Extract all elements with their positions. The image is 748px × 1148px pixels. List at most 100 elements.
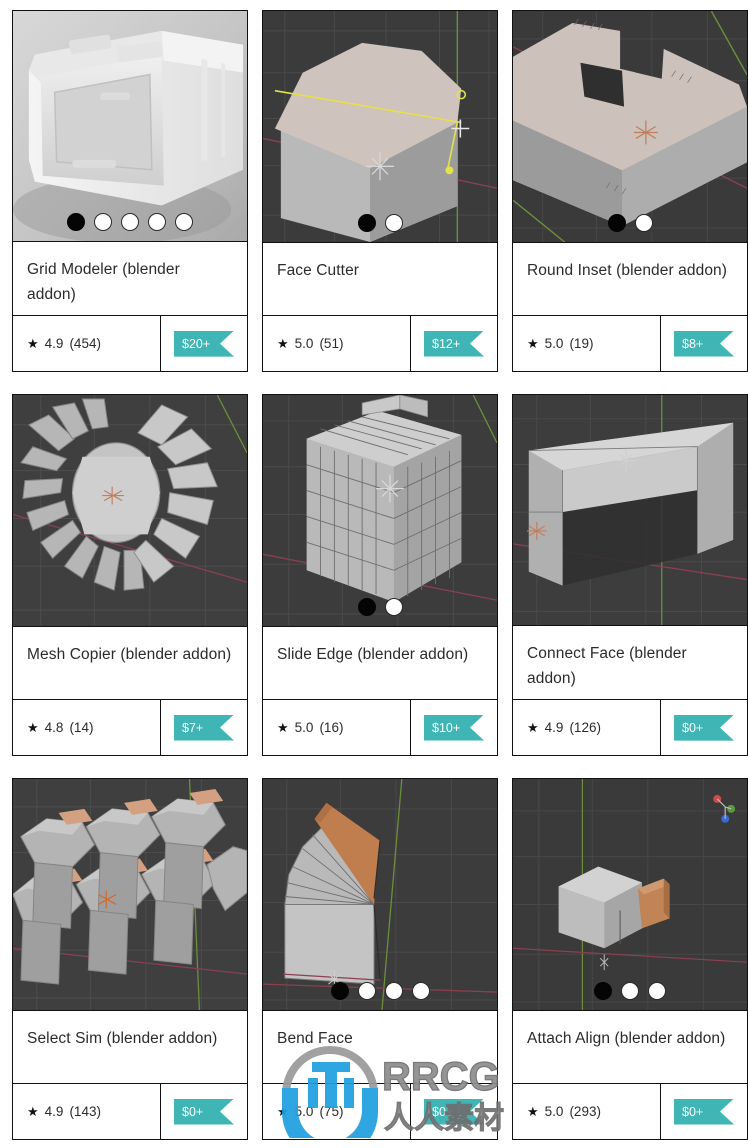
carousel-dot[interactable] [330,982,349,1000]
product-thumbnail[interactable] [263,395,497,627]
product-card[interactable]: Bend Face ★ 5.0 (75) $0+ [262,778,498,1140]
product-thumbnail[interactable] [13,11,247,243]
review-count: (19) [569,336,594,351]
carousel-dot[interactable] [621,982,639,1000]
clay-render-hex-panels-icon [13,779,247,1010]
product-title-area: Face Cutter [263,243,497,315]
carousel-dot[interactable] [357,214,376,232]
carousel-dots[interactable] [513,214,747,232]
rating-value: 5.0 [294,1104,314,1119]
product-title[interactable]: Grid Modeler (blender addon) [27,258,233,307]
carousel-dot[interactable] [594,982,612,1000]
product-thumbnail[interactable] [263,779,497,1011]
product-title[interactable]: Round Inset (blender addon) [527,259,727,283]
price-cell: $8+ [661,316,747,371]
product-card[interactable]: Face Cutter ★ 5.0 (51) $12+ [262,10,498,372]
product-title-area: Mesh Copier (blender addon) [13,627,247,699]
product-thumbnail[interactable] [13,779,247,1011]
product-card[interactable]: Round Inset (blender addon) ★ 5.0 (19) $… [512,10,748,372]
carousel-dot[interactable] [384,214,403,232]
product-meta: ★ 4.8 (14) $7+ [13,699,247,755]
carousel-dot[interactable] [384,598,403,616]
price-badge[interactable]: $0+ [424,1098,484,1125]
product-card[interactable]: Mesh Copier (blender addon) ★ 4.8 (14) $… [12,394,248,756]
rating-group: ★ 5.0 (75) [263,1084,411,1139]
blender-viewport-grid-cube-icon [263,395,497,626]
carousel-dots[interactable] [263,982,497,1000]
carousel-dot[interactable] [411,982,430,1000]
price-badge[interactable]: $0+ [174,1098,234,1125]
blender-viewport-inset-slab-icon [513,11,747,242]
clay-render-radial-array-icon [13,395,247,626]
carousel-dot[interactable] [67,213,85,232]
rating-value: 5.0 [294,336,314,351]
carousel-dot[interactable] [94,213,112,232]
price-badge[interactable]: $12+ [424,330,484,357]
product-title[interactable]: Mesh Copier (blender addon) [27,643,231,667]
product-title-area: Round Inset (blender addon) [513,243,747,315]
product-title-area: Slide Edge (blender addon) [263,627,497,699]
product-title[interactable]: Face Cutter [277,259,359,283]
product-thumbnail[interactable] [513,11,747,243]
carousel-dot[interactable] [648,982,666,1000]
product-meta: ★ 5.0 (51) $12+ [263,315,497,371]
rating-value: 4.9 [544,720,564,736]
review-count: (143) [69,1104,101,1119]
review-count: (51) [319,336,344,351]
product-card[interactable]: Attach Align (blender addon) ★ 5.0 (293)… [512,778,748,1140]
blender-viewport-frame-icon [513,395,747,626]
star-icon: ★ [27,336,39,352]
product-card[interactable]: Connect Face (blender addon) ★ 4.9 (126)… [512,394,748,756]
rating-value: 4.9 [44,1104,64,1119]
carousel-dot[interactable] [357,598,376,616]
price-badge[interactable]: $20+ [174,330,234,357]
carousel-dots[interactable] [263,214,497,232]
review-count: (14) [69,720,94,735]
product-card-grid: Grid Modeler (blender addon) ★ 4.9 (454)… [0,0,748,1148]
price-badge[interactable]: $10+ [424,714,484,741]
carousel-dot[interactable] [357,982,376,1000]
carousel-dots[interactable] [263,598,497,616]
carousel-dot[interactable] [121,213,139,232]
product-thumbnail[interactable] [513,395,747,627]
product-thumbnail[interactable] [513,779,747,1011]
rating-value: 4.9 [44,336,64,352]
price-badge[interactable]: $8+ [674,330,734,357]
carousel-dots[interactable] [513,982,747,1000]
price-badge[interactable]: $0+ [674,1098,734,1125]
product-meta: ★ 5.0 (19) $8+ [513,315,747,371]
carousel-dot[interactable] [634,214,653,232]
product-thumbnail[interactable] [263,11,497,243]
product-meta: ★ 4.9 (454) $20+ [13,315,247,371]
product-title[interactable]: Bend Face [277,1027,353,1051]
carousel-dot[interactable] [148,213,166,232]
rating-group: ★ 4.8 (14) [13,700,161,755]
rating-group: ★ 4.9 (143) [13,1084,161,1139]
price-cell: $0+ [411,1084,497,1139]
carousel-dots[interactable] [13,213,247,232]
rating-group: ★ 5.0 (293) [513,1084,661,1139]
blender-viewport-attach-icon [513,779,747,1010]
product-title[interactable]: Slide Edge (blender addon) [277,643,468,667]
rating-value: 5.0 [544,336,564,351]
review-count: (75) [319,1104,344,1119]
product-title[interactable]: Attach Align (blender addon) [527,1027,725,1051]
carousel-dot[interactable] [384,982,403,1000]
product-card[interactable]: Select Sim (blender addon) ★ 4.9 (143) $… [12,778,248,1140]
price-cell: $0+ [161,1084,247,1139]
product-meta: ★ 4.9 (143) $0+ [13,1083,247,1139]
product-title[interactable]: Connect Face (blender addon) [527,642,733,691]
rating-value: 4.8 [44,720,64,735]
product-thumbnail[interactable] [13,395,247,627]
carousel-dot[interactable] [607,214,626,232]
blender-viewport-bend-icon [263,779,497,1010]
price-badge[interactable]: $7+ [174,714,234,741]
product-card[interactable]: Grid Modeler (blender addon) ★ 4.9 (454)… [12,10,248,372]
product-card[interactable]: Slide Edge (blender addon) ★ 5.0 (16) $1… [262,394,498,756]
product-title[interactable]: Select Sim (blender addon) [27,1027,217,1051]
product-meta: ★ 5.0 (75) $0+ [263,1083,497,1139]
carousel-dot[interactable] [175,213,193,232]
star-icon: ★ [527,336,539,351]
product-title-area: Attach Align (blender addon) [513,1011,747,1083]
price-badge[interactable]: $0+ [674,714,734,741]
